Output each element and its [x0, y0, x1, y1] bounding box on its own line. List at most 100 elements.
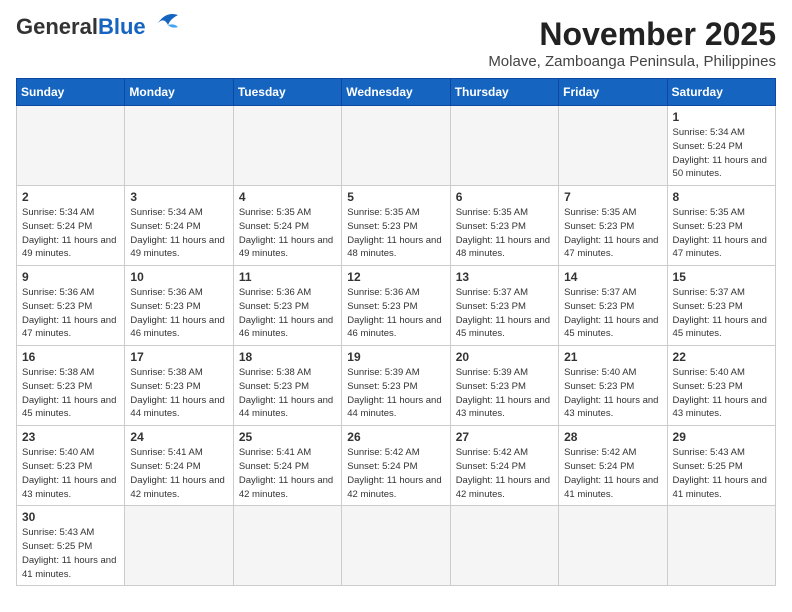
calendar-cell — [667, 506, 775, 586]
calendar-cell: 16Sunrise: 5:38 AMSunset: 5:23 PMDayligh… — [17, 346, 125, 426]
calendar-week-row: 23 Sunrise: 5:40 AMSunset: 5:23 PMDayligh… — [17, 426, 776, 506]
calendar-cell — [17, 106, 125, 186]
day-number: 22 — [673, 350, 770, 364]
weekday-header: Saturday — [667, 79, 775, 106]
cell-info: Sunrise: 5:36 AMSunset: 5:23 PMDaylight:… — [347, 286, 444, 341]
calendar-cell: 29 Sunrise: 5:43 AMSunset: 5:25 PMDayligh… — [667, 426, 775, 506]
cell-info: Sunrise: 5:35 AMSunset: 5:23 PMDaylight:… — [347, 206, 444, 261]
calendar-cell: 4Sunrise: 5:35 AMSunset: 5:24 PMDaylight… — [233, 186, 341, 266]
cell-info: Sunrise: 5:36 AMSunset: 5:23 PMDaylight:… — [130, 286, 227, 341]
calendar-cell: 10 Sunrise: 5:36 AMSunset: 5:23 PMDayligh… — [125, 266, 233, 346]
calendar-cell — [233, 506, 341, 586]
location-title: Molave, Zamboanga Peninsula, Philippines — [488, 53, 776, 70]
cell-info: Sunrise: 5:43 AMSunset: 5:25 PMDaylight:… — [673, 446, 770, 501]
day-number: 30 — [22, 510, 119, 524]
calendar-cell: 21 Sunrise: 5:40 AMSunset: 5:23 PMDayligh… — [559, 346, 667, 426]
weekday-header: Monday — [125, 79, 233, 106]
day-number: 24 — [130, 430, 227, 444]
day-number: 3 — [130, 190, 227, 204]
logo: GeneralBlue — [16, 16, 186, 38]
cell-info: Sunrise: 5:41 AMSunset: 5:24 PMDaylight:… — [239, 446, 336, 501]
day-number: 18 — [239, 350, 336, 364]
cell-info: Sunrise: 5:42 AMSunset: 5:24 PMDaylight:… — [347, 446, 444, 501]
logo-blue: Blue — [98, 14, 146, 39]
weekday-header: Sunday — [17, 79, 125, 106]
calendar-cell: 15Sunrise: 5:37 AMSunset: 5:23 PMDayligh… — [667, 266, 775, 346]
cell-info: Sunrise: 5:43 AMSunset: 5:25 PMDaylight:… — [22, 526, 119, 581]
cell-info: Sunrise: 5:39 AMSunset: 5:23 PMDaylight:… — [456, 366, 553, 421]
cell-info: Sunrise: 5:40 AMSunset: 5:23 PMDaylight:… — [564, 366, 661, 421]
calendar-week-row: 9 Sunrise: 5:36 AMSunset: 5:23 PMDaylight… — [17, 266, 776, 346]
calendar-cell: 8Sunrise: 5:35 AMSunset: 5:23 PMDaylight… — [667, 186, 775, 266]
calendar-cell: 27 Sunrise: 5:42 AMSunset: 5:24 PMDayligh… — [450, 426, 558, 506]
cell-info: Sunrise: 5:38 AMSunset: 5:23 PMDaylight:… — [22, 366, 119, 421]
cell-info: Sunrise: 5:37 AMSunset: 5:23 PMDaylight:… — [456, 286, 553, 341]
cell-info: Sunrise: 5:35 AMSunset: 5:23 PMDaylight:… — [456, 206, 553, 261]
cell-info: Sunrise: 5:34 AMSunset: 5:24 PMDaylight:… — [130, 206, 227, 261]
calendar-cell: 1 Sunrise: 5:34 AMSunset: 5:24 PMDaylight… — [667, 106, 775, 186]
cell-info: Sunrise: 5:35 AMSunset: 5:24 PMDaylight:… — [239, 206, 336, 261]
cell-info: Sunrise: 5:38 AMSunset: 5:23 PMDaylight:… — [130, 366, 227, 421]
day-number: 20 — [456, 350, 553, 364]
calendar-week-row: 1 Sunrise: 5:34 AMSunset: 5:24 PMDaylight… — [17, 106, 776, 186]
cell-info: Sunrise: 5:40 AMSunset: 5:23 PMDaylight:… — [673, 366, 770, 421]
day-number: 25 — [239, 430, 336, 444]
weekday-header: Tuesday — [233, 79, 341, 106]
calendar-cell: 24 Sunrise: 5:41 AMSunset: 5:24 PMDayligh… — [125, 426, 233, 506]
day-number: 6 — [456, 190, 553, 204]
cell-info: Sunrise: 5:40 AMSunset: 5:23 PMDaylight:… — [22, 446, 119, 501]
weekday-header: Wednesday — [342, 79, 450, 106]
day-number: 9 — [22, 270, 119, 284]
calendar-cell — [450, 106, 558, 186]
calendar-cell — [450, 506, 558, 586]
cell-info: Sunrise: 5:38 AMSunset: 5:23 PMDaylight:… — [239, 366, 336, 421]
cell-info: Sunrise: 5:34 AMSunset: 5:24 PMDaylight:… — [22, 206, 119, 261]
calendar-cell — [559, 506, 667, 586]
day-number: 2 — [22, 190, 119, 204]
calendar-cell: 28 Sunrise: 5:42 AMSunset: 5:24 PMDayligh… — [559, 426, 667, 506]
cell-info: Sunrise: 5:36 AMSunset: 5:23 PMDaylight:… — [22, 286, 119, 341]
calendar-cell: 7 Sunrise: 5:35 AMSunset: 5:23 PMDaylight… — [559, 186, 667, 266]
calendar-cell — [342, 106, 450, 186]
calendar-cell: 30 Sunrise: 5:43 AMSunset: 5:25 PMDayligh… — [17, 506, 125, 586]
calendar-cell — [125, 106, 233, 186]
calendar-table: SundayMondayTuesdayWednesdayThursdayFrid… — [16, 78, 776, 586]
calendar-cell: 3 Sunrise: 5:34 AMSunset: 5:24 PMDaylight… — [125, 186, 233, 266]
calendar-cell: 19Sunrise: 5:39 AMSunset: 5:23 PMDayligh… — [342, 346, 450, 426]
day-number: 7 — [564, 190, 661, 204]
day-number: 28 — [564, 430, 661, 444]
day-number: 23 — [22, 430, 119, 444]
cell-info: Sunrise: 5:42 AMSunset: 5:24 PMDaylight:… — [564, 446, 661, 501]
day-number: 19 — [347, 350, 444, 364]
day-number: 29 — [673, 430, 770, 444]
calendar-cell — [342, 506, 450, 586]
day-number: 27 — [456, 430, 553, 444]
day-number: 14 — [564, 270, 661, 284]
day-number: 11 — [239, 270, 336, 284]
calendar-cell: 25 Sunrise: 5:41 AMSunset: 5:24 PMDayligh… — [233, 426, 341, 506]
day-number: 5 — [347, 190, 444, 204]
calendar-week-row: 16Sunrise: 5:38 AMSunset: 5:23 PMDayligh… — [17, 346, 776, 426]
calendar-cell: 23 Sunrise: 5:40 AMSunset: 5:23 PMDayligh… — [17, 426, 125, 506]
calendar-cell: 22 Sunrise: 5:40 AMSunset: 5:23 PMDayligh… — [667, 346, 775, 426]
day-number: 13 — [456, 270, 553, 284]
cell-info: Sunrise: 5:34 AMSunset: 5:24 PMDaylight:… — [673, 126, 770, 181]
weekday-header: Thursday — [450, 79, 558, 106]
cell-info: Sunrise: 5:37 AMSunset: 5:23 PMDaylight:… — [673, 286, 770, 341]
cell-info: Sunrise: 5:37 AMSunset: 5:23 PMDaylight:… — [564, 286, 661, 341]
calendar-cell — [559, 106, 667, 186]
calendar-cell: 17 Sunrise: 5:38 AMSunset: 5:23 PMDayligh… — [125, 346, 233, 426]
cell-info: Sunrise: 5:42 AMSunset: 5:24 PMDaylight:… — [456, 446, 553, 501]
day-number: 10 — [130, 270, 227, 284]
calendar-cell — [233, 106, 341, 186]
weekday-header: Friday — [559, 79, 667, 106]
day-number: 17 — [130, 350, 227, 364]
cell-info: Sunrise: 5:35 AMSunset: 5:23 PMDaylight:… — [564, 206, 661, 261]
day-number: 21 — [564, 350, 661, 364]
calendar-cell — [125, 506, 233, 586]
day-number: 1 — [673, 110, 770, 124]
calendar-cell: 6 Sunrise: 5:35 AMSunset: 5:23 PMDaylight… — [450, 186, 558, 266]
day-number: 26 — [347, 430, 444, 444]
page-header: GeneralBlue November 2025 Molave, Zamboa… — [16, 16, 776, 70]
cell-info: Sunrise: 5:41 AMSunset: 5:24 PMDaylight:… — [130, 446, 227, 501]
